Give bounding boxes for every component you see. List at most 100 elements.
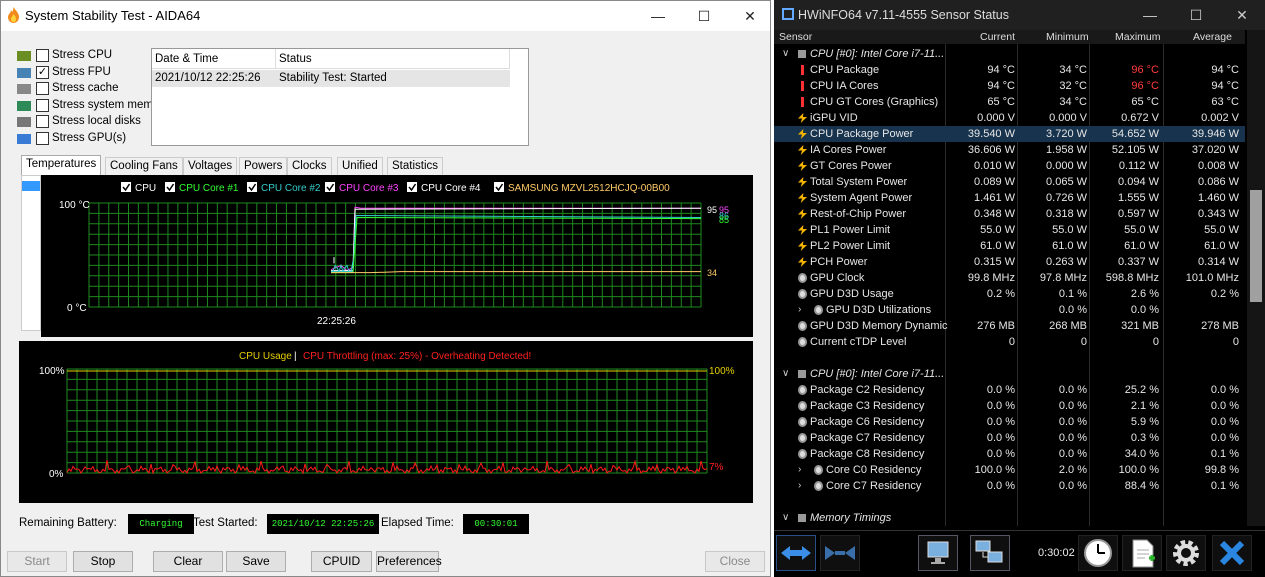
close-button[interactable]: Close bbox=[705, 551, 765, 572]
stress-option[interactable]: Stress system mem bbox=[17, 98, 153, 113]
sensor-row[interactable]: Package C7 Residency 0.0 % 0.0 % 0.3 % 0.0 % bbox=[774, 430, 1245, 446]
legend-item[interactable]: CPU Core #4 bbox=[407, 182, 481, 194]
stress-option[interactable]: Stress cache bbox=[17, 82, 149, 96]
hwinfo-maximize-button[interactable]: ☐ bbox=[1173, 0, 1219, 30]
stress-checkbox[interactable] bbox=[36, 115, 49, 128]
stress-option[interactable]: Stress local disks bbox=[17, 115, 149, 129]
sensor-row[interactable]: Current cTDP Level 0 0 0 0 bbox=[774, 334, 1245, 350]
sensor-row[interactable]: IA Cores Power 36.606 W 1.958 W 52.105 W 37.… bbox=[774, 142, 1245, 158]
sensor-group-header[interactable]: ∨ CPU [#0]: Intel Core i7-11... bbox=[774, 46, 1245, 62]
sensor-group-header[interactable]: ∨ CPU [#0]: Intel Core i7-11... bbox=[774, 366, 1245, 382]
tab-powers[interactable]: Powers bbox=[239, 157, 288, 175]
stress-checkbox[interactable] bbox=[36, 131, 49, 145]
logging-button[interactable] bbox=[1122, 535, 1162, 571]
stress-checkbox[interactable] bbox=[36, 98, 49, 112]
sensor-row[interactable]: Package C3 Residency 0.0 % 0.0 % 2.1 % 0.0 % bbox=[774, 398, 1245, 414]
hwinfo-titlebar[interactable]: HWiNFO64 v7.11-4555 Sensor Status — ☐ ✕ bbox=[774, 0, 1265, 30]
sensor-row[interactable]: PCH Power 0.315 W 0.263 W 0.337 W 0.314 W bbox=[774, 254, 1245, 270]
expand-chevron-icon[interactable]: › bbox=[798, 302, 801, 318]
legend-item[interactable]: CPU Core #3 bbox=[325, 182, 399, 194]
sensor-row[interactable]: GPU D3D Memory Dynamic 276 MB 268 MB 321 MB… bbox=[774, 318, 1245, 334]
save-button[interactable]: Save bbox=[226, 551, 286, 572]
collapse-chevron-icon[interactable]: ∨ bbox=[782, 366, 789, 382]
stop-button[interactable]: Stop bbox=[73, 551, 133, 572]
sensor-group-header[interactable]: ∨ Memory Timings bbox=[774, 510, 1245, 526]
sensor-row[interactable]: Package C8 Residency 0.0 % 0.0 % 34.0 % 0.1 … bbox=[774, 446, 1245, 462]
sensor-row[interactable]: CPU GT Cores (Graphics) 65 °C 34 °C 65 °C 63… bbox=[774, 94, 1245, 110]
tab-temperatures[interactable]: Temperatures bbox=[21, 155, 102, 176]
sensor-row[interactable]: iGPU VID 0.000 V 0.000 V 0.672 V 0.002 V bbox=[774, 110, 1245, 126]
stress-option[interactable]: Stress GPU(s) bbox=[17, 131, 149, 146]
remote-monitor-button[interactable] bbox=[970, 535, 1010, 571]
sensor-row[interactable]: PL1 Power Limit 55.0 W 55.0 W 55.0 W 55.0 W bbox=[774, 222, 1245, 238]
col-sensor[interactable]: Sensor bbox=[779, 31, 812, 43]
sensor-row[interactable]: Package C6 Residency 0.0 % 0.0 % 5.9 % 0.0 % bbox=[774, 414, 1245, 430]
collapse-arrows-button[interactable] bbox=[820, 535, 860, 571]
sensor-row[interactable]: GPU Clock 99.8 MHz 97.8 MHz 598.8 MHz 101.0 … bbox=[774, 270, 1245, 286]
tab-cooling-fans[interactable]: Cooling Fans bbox=[105, 157, 183, 175]
sensor-row[interactable]: GPU D3D Usage 0.2 % 0.1 % 2.6 % 0.2 % bbox=[774, 286, 1245, 302]
cpuid-button[interactable]: CPUID bbox=[311, 551, 372, 572]
sensor-row[interactable]: Rest-of-Chip Power 0.348 W 0.318 W 0.597 W 0… bbox=[774, 206, 1245, 222]
tab-voltages[interactable]: Voltages bbox=[183, 157, 238, 175]
exit-button[interactable] bbox=[1212, 535, 1252, 571]
sensor-row[interactable]: CPU Package Power 39.540 W 3.720 W 54.652 W… bbox=[774, 126, 1245, 142]
series-cpu-core-1 bbox=[331, 217, 702, 274]
sensor-average: 37.020 W bbox=[1191, 144, 1239, 156]
sensor-scrollbar[interactable] bbox=[1247, 30, 1265, 526]
start-button[interactable]: Start bbox=[7, 551, 67, 572]
legend-item[interactable]: CPU bbox=[121, 182, 156, 194]
sensor-row[interactable]: › Core C0 Residency 100.0 % 2.0 % 100.0 % 99.… bbox=[774, 462, 1245, 478]
network-monitor-button[interactable] bbox=[918, 535, 958, 571]
reset-clock-button[interactable] bbox=[1078, 535, 1118, 571]
legend-item[interactable]: CPU Core #1 bbox=[165, 182, 239, 194]
prev-next-arrows-button[interactable] bbox=[776, 535, 816, 571]
collapse-chevron-icon[interactable]: ∨ bbox=[782, 46, 789, 62]
legend-item[interactable]: CPU Core #2 bbox=[247, 182, 321, 194]
stress-option[interactable]: ✓ Stress FPU bbox=[17, 65, 149, 80]
tab-statistics[interactable]: Statistics bbox=[387, 157, 444, 175]
scrollbar-thumb[interactable] bbox=[1250, 190, 1262, 302]
preferences-button[interactable]: Preferences bbox=[376, 551, 442, 572]
col-maximum[interactable]: Maximum bbox=[1115, 31, 1161, 43]
minimize-button[interactable]: — bbox=[635, 1, 681, 31]
settings-button[interactable] bbox=[1166, 535, 1206, 571]
stress-label: Stress cache bbox=[52, 82, 119, 94]
close-window-button[interactable]: ✕ bbox=[727, 1, 773, 31]
col-current[interactable]: Current bbox=[980, 31, 1015, 43]
expand-chevron-icon[interactable]: › bbox=[798, 478, 801, 494]
stress-checkbox[interactable] bbox=[36, 82, 49, 95]
sensor-row[interactable]: Total System Power 0.089 W 0.065 W 0.094 W 0… bbox=[774, 174, 1245, 190]
maximize-button[interactable]: ☐ bbox=[681, 1, 727, 31]
sensor-list-panel[interactable] bbox=[21, 175, 41, 331]
status-header-status[interactable]: Status bbox=[276, 49, 510, 69]
status-row-datetime[interactable]: 2021/10/12 22:25:26 bbox=[152, 70, 276, 87]
aida64-titlebar[interactable]: System Stability Test - AIDA64 — ☐ ✕ bbox=[1, 1, 770, 31]
sensor-average: 94 °C bbox=[1211, 80, 1239, 92]
legend-item[interactable]: SAMSUNG MZVL2512HCJQ-00B00 bbox=[494, 182, 670, 194]
sensor-row[interactable]: Package C2 Residency 0.0 % 0.0 % 25.2 % 0.0 … bbox=[774, 382, 1245, 398]
hwinfo-close-button[interactable]: ✕ bbox=[1219, 0, 1265, 30]
stress-checkbox[interactable]: ✓ bbox=[36, 65, 49, 79]
sensor-row[interactable]: System Agent Power 1.461 W 0.726 W 1.555 W 1… bbox=[774, 190, 1245, 206]
sensor-row[interactable]: › Core C7 Residency 0.0 % 0.0 % 88.4 % 0.1 % bbox=[774, 478, 1245, 494]
stress-checkbox[interactable] bbox=[36, 49, 49, 62]
sensor-row[interactable]: CPU IA Cores 94 °C 32 °C 96 °C 94 °C bbox=[774, 78, 1245, 94]
tab-clocks[interactable]: Clocks bbox=[287, 157, 332, 175]
sensor-row[interactable]: GT Cores Power 0.010 W 0.000 W 0.112 W 0.008… bbox=[774, 158, 1245, 174]
col-average[interactable]: Average bbox=[1193, 31, 1232, 43]
status-header-datetime[interactable]: Date & Time bbox=[152, 49, 276, 69]
hwinfo-minimize-button[interactable]: — bbox=[1127, 0, 1173, 30]
sensor-row[interactable]: CPU Package 94 °C 34 °C 96 °C 94 °C bbox=[774, 62, 1245, 78]
sensor-average: 1.460 W bbox=[1198, 192, 1239, 204]
status-row-status[interactable]: Stability Test: Started bbox=[276, 70, 510, 87]
tab-unified[interactable]: Unified bbox=[337, 157, 383, 175]
expand-chevron-icon[interactable]: › bbox=[798, 462, 801, 478]
collapse-chevron-icon[interactable]: ∨ bbox=[782, 510, 789, 526]
sensor-list[interactable]: ∨ CPU [#0]: Intel Core i7-11... CPU Packag… bbox=[774, 44, 1245, 526]
sensor-row[interactable]: › GPU D3D Utilizations 0.0 % 0.0 % bbox=[774, 302, 1245, 318]
sensor-row[interactable]: PL2 Power Limit 61.0 W 61.0 W 61.0 W 61.0 W bbox=[774, 238, 1245, 254]
stress-option[interactable]: Stress CPU bbox=[17, 49, 149, 63]
clear-button[interactable]: Clear bbox=[153, 551, 223, 572]
col-minimum[interactable]: Minimum bbox=[1046, 31, 1089, 43]
